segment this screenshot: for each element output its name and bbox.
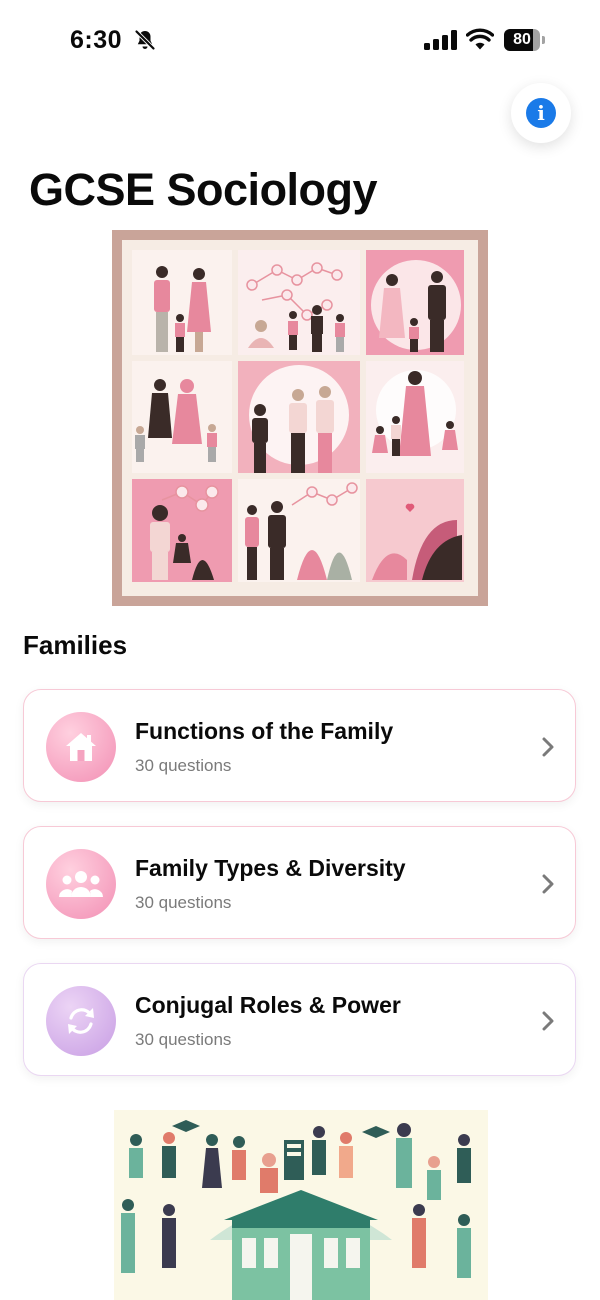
chevron-right-icon bbox=[542, 1011, 554, 1031]
topic-title: Family Types & Diversity bbox=[135, 855, 406, 881]
topic-icon-bg bbox=[46, 849, 116, 919]
families-illustration bbox=[112, 230, 488, 606]
battery-level: 80 bbox=[513, 31, 531, 48]
info-button[interactable]: i bbox=[511, 83, 571, 143]
wifi-icon bbox=[466, 28, 494, 50]
bell-slash-icon bbox=[135, 30, 155, 50]
battery-icon: 80 bbox=[504, 29, 546, 51]
topic-icon-bg bbox=[46, 712, 116, 782]
status-bar: 6:30 80 bbox=[0, 0, 600, 80]
topic-question-count: 30 questions bbox=[135, 1030, 232, 1049]
screen: 6:30 80 i GCSE Sociology Families Functi… bbox=[0, 0, 600, 1300]
refresh-icon bbox=[68, 1008, 94, 1034]
people-icon bbox=[59, 871, 103, 897]
topic-icon-bg bbox=[46, 986, 116, 1056]
page-title: GCSE Sociology bbox=[29, 164, 378, 215]
topic-card-conjugal-roles-power[interactable]: Conjugal Roles & Power 30 questions bbox=[23, 963, 576, 1076]
topic-card-family-types-diversity[interactable]: Family Types & Diversity 30 questions bbox=[23, 826, 576, 939]
info-icon: i bbox=[526, 98, 556, 128]
chevron-right-icon bbox=[542, 874, 554, 894]
home-icon bbox=[66, 733, 96, 761]
topic-title: Functions of the Family bbox=[135, 718, 394, 744]
topic-title: Conjugal Roles & Power bbox=[135, 992, 401, 1018]
topic-card-functions-of-the-family[interactable]: Functions of the Family 30 questions bbox=[23, 689, 576, 802]
chevron-right-icon bbox=[542, 737, 554, 757]
education-illustration bbox=[114, 1110, 488, 1300]
signal-icon bbox=[424, 30, 457, 50]
topic-question-count: 30 questions bbox=[135, 756, 232, 775]
section-title: Families bbox=[23, 630, 128, 660]
status-time: 6:30 bbox=[70, 26, 123, 54]
topic-question-count: 30 questions bbox=[135, 893, 232, 912]
